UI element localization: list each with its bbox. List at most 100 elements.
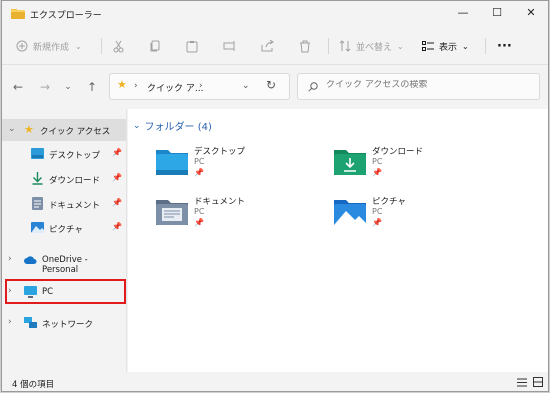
sidebar-item-onedrive[interactable]: › OneDrive - Personal <box>2 249 126 275</box>
folder-item-pictures[interactable]: ピクチャ PC 📌 <box>332 195 482 239</box>
star-icon: ★ <box>117 78 127 91</box>
download-arrow-icon <box>32 172 43 185</box>
folder-name: ピクチャ <box>372 197 406 207</box>
forward-arrow-icon[interactable]: → <box>37 79 53 95</box>
recent-locations-chevron-icon[interactable]: ⌄ <box>60 79 76 95</box>
sidebar-item-documents[interactable]: ドキュメント 📌 <box>2 193 126 215</box>
sidebar-item-label: ピクチャ <box>49 225 83 235</box>
chevron-down-icon: ⌄ <box>397 41 404 51</box>
folder-name: ダウンロード <box>372 147 424 157</box>
new-button-label: 新規作成 <box>33 42 70 53</box>
search-box[interactable] <box>297 73 540 100</box>
chevron-right-icon[interactable]: › <box>8 317 12 327</box>
folders-group-header[interactable]: ⌄ フォルダー (4) <box>133 118 212 134</box>
maximize-button[interactable]: ☐ <box>482 4 512 22</box>
sidebar-item-label: ドキュメント <box>49 201 101 211</box>
breadcrumb-separator[interactable]: › <box>199 81 203 91</box>
sidebar-item-label: クイック アクセス <box>40 127 111 137</box>
address-dropdown-chevron-icon[interactable]: ⌄ <box>242 81 250 91</box>
more-options-button[interactable]: ··· <box>497 37 512 55</box>
documents-folder-icon <box>156 200 188 225</box>
view-button-label: 表示 <box>439 42 458 53</box>
pin-icon: 📌 <box>112 148 122 157</box>
back-arrow-icon[interactable]: ← <box>10 79 26 95</box>
sidebar-item-downloads[interactable]: ダウンロード 📌 <box>2 168 126 190</box>
close-button[interactable]: ✕ <box>516 4 546 22</box>
rename-icon <box>223 41 235 51</box>
chevron-down-icon: ⌄ <box>133 120 141 131</box>
highlight-box <box>5 279 126 304</box>
sidebar-item-quick-access[interactable]: ⌄ ★ クイック アクセス <box>2 119 126 141</box>
rename-button[interactable] <box>223 37 237 55</box>
tiles-view-icon[interactable] <box>533 377 543 387</box>
cloud-icon <box>24 256 37 264</box>
sidebar-item-desktop[interactable]: デスクトップ 📌 <box>2 143 126 165</box>
address-row: ← → ⌄ ↑ ★ › クイック ア... › ⌄ ↻ <box>2 65 548 109</box>
search-icon <box>308 82 318 92</box>
sort-button-label: 並べ替え <box>356 42 393 53</box>
plus-circle-icon <box>16 40 28 52</box>
breadcrumb-separator: › <box>134 81 138 91</box>
sidebar-item-label: デスクトップ <box>49 151 101 161</box>
desktop-folder-icon <box>156 150 188 175</box>
folder-location: PC <box>372 157 383 166</box>
share-button[interactable] <box>261 37 274 55</box>
folder-name: デスクトップ <box>194 147 246 157</box>
pin-icon: 📌 <box>372 218 382 227</box>
pin-icon: 📌 <box>194 168 204 177</box>
sort-button[interactable]: 並べ替え ⌄ <box>339 37 404 55</box>
new-button[interactable]: 新規作成 ⌄ <box>16 37 82 55</box>
breadcrumb-quick-access[interactable]: クイック ア... <box>147 81 203 94</box>
trash-icon <box>300 40 310 52</box>
item-count: 4 個の項目 <box>12 380 55 390</box>
scissors-icon <box>113 40 124 52</box>
navigation-pane: ⌄ ★ クイック アクセス デスクトップ 📌 ダウンロード 📌 ドキュメント 📌… <box>2 109 127 372</box>
details-view-icon[interactable] <box>517 378 527 387</box>
folder-item-documents[interactable]: ドキュメント PC 📌 <box>154 195 304 239</box>
up-arrow-icon[interactable]: ↑ <box>84 79 100 95</box>
cut-button[interactable] <box>112 37 125 55</box>
folder-item-desktop[interactable]: デスクトップ PC 📌 <box>154 145 304 189</box>
clipboard-icon <box>186 40 198 52</box>
command-bar: 新規作成 ⌄ 並べ替え ⌄ 表示 ⌄ ··· <box>2 27 548 65</box>
group-header-label: フォルダー (4) <box>144 122 212 133</box>
folder-item-downloads[interactable]: ダウンロード PC 📌 <box>332 145 482 189</box>
status-bar: 4 個の項目 <box>2 372 548 391</box>
copy-icon <box>150 40 160 51</box>
window-title: エクスプローラー <box>30 11 102 21</box>
chevron-down-icon: ⌄ <box>462 41 469 51</box>
divider <box>485 38 486 54</box>
picture-icon <box>31 222 44 233</box>
sidebar-item-label: OneDrive - Personal <box>42 255 88 275</box>
pictures-folder-icon <box>334 200 366 225</box>
sidebar-item-pictures[interactable]: ピクチャ 📌 <box>2 217 126 239</box>
sidebar-item-label: ダウンロード <box>49 176 101 186</box>
paste-button[interactable] <box>186 37 198 55</box>
sort-icon <box>339 40 351 52</box>
search-input[interactable] <box>326 80 526 90</box>
explorer-window: エクスプローラー — ☐ ✕ 新規作成 ⌄ 並べ替え ⌄ 表示 ⌄ ··· ← … <box>1 0 549 392</box>
chevron-right-icon[interactable]: › <box>8 254 12 264</box>
chevron-down-icon: ⌄ <box>75 41 82 51</box>
sidebar-item-network[interactable]: › ネットワーク <box>2 312 126 334</box>
pin-icon: 📌 <box>372 168 382 177</box>
star-icon: ★ <box>24 123 34 136</box>
divider <box>101 38 102 54</box>
pin-icon: 📌 <box>112 173 122 182</box>
view-button[interactable]: 表示 ⌄ <box>422 37 469 55</box>
pin-icon: 📌 <box>112 222 122 231</box>
content-pane: ⌄ フォルダー (4) デスクトップ PC 📌 ダウンロード PC 📌 ドキュメ… <box>128 109 548 372</box>
folder-location: PC <box>372 207 383 216</box>
network-icon <box>24 317 37 328</box>
address-bar[interactable]: ★ › クイック ア... › ⌄ ↻ <box>109 73 290 100</box>
refresh-icon[interactable]: ↻ <box>266 78 276 92</box>
copy-button[interactable] <box>149 37 161 55</box>
minimize-button[interactable]: — <box>448 4 478 22</box>
delete-button[interactable] <box>299 37 311 55</box>
chevron-down-icon[interactable]: ⌄ <box>8 124 16 134</box>
document-icon <box>32 197 43 210</box>
folder-location: PC <box>194 207 205 216</box>
folder-name: ドキュメント <box>194 197 246 207</box>
pin-icon: 📌 <box>194 218 204 227</box>
downloads-folder-icon <box>334 150 366 175</box>
